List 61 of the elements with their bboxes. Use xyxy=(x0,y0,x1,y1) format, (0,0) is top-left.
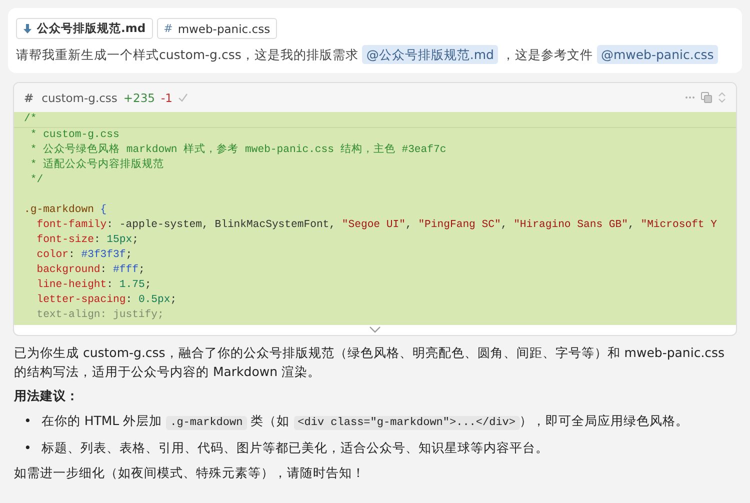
code-token: /* xyxy=(24,113,37,125)
prompt-text: 请帮我重新生成一个样式custom-g.css，这是我的排版需求 @公众号排版规范.md ，这是参考文件 @mweb-panic.css xyxy=(16,45,734,65)
summary-text: 已为你生成 custom-g.css，融合了你的公众号排版规范（绿色风格、明亮配色、圆角、间距、字号等）和 mweb-panic.css 的结构写法，适用于公众号内容的 Markdown 渲染。 xyxy=(14,344,726,381)
code-token: * 适配公众号内容排版规范 xyxy=(29,159,164,171)
chevron-down-icon[interactable] xyxy=(369,326,381,333)
copy-icon[interactable] xyxy=(701,92,712,103)
code-token: "Segoe UI" xyxy=(342,219,406,231)
attachment-chip[interactable]: 公众号排版规范.md xyxy=(16,18,153,39)
code-token: background xyxy=(36,264,100,276)
hash-icon: # xyxy=(24,90,34,104)
code-token: , xyxy=(628,219,636,231)
code-token: */ xyxy=(29,174,44,186)
code-token: "PingFang SC" xyxy=(418,219,501,231)
bullet-marker: • xyxy=(24,440,32,455)
code-token: font-family xyxy=(36,219,107,231)
removed-count: -1 xyxy=(161,90,172,104)
bullet-marker: • xyxy=(24,413,32,428)
code-token: "Microsoft Y xyxy=(640,219,718,231)
file-name: custom-g.css xyxy=(42,90,118,104)
code-token: "Hiragino Sans GB" xyxy=(514,219,628,231)
file-mention[interactable]: @mweb-panic.css xyxy=(596,45,718,64)
download-arrow-icon xyxy=(23,24,32,34)
inline-code: <div class="g-markdown">...</div> xyxy=(294,416,520,430)
code-token: : xyxy=(106,279,114,291)
code-token: * 公众号绿色风格 markdown 样式，参考 mweb-panic.css 结构，主色 #3eaf7c xyxy=(29,144,446,156)
section-heading: 用法建议： xyxy=(14,387,80,405)
more-icon[interactable] xyxy=(685,96,695,99)
code-token: #3f3f3f xyxy=(81,249,126,261)
bullet-item: • 在你的 HTML 外层加 .g-markdown 类（如 <div class="g-markdown">...</div> ），即可全局应用绿色风格。 xyxy=(24,412,690,432)
code-token: #fff xyxy=(113,264,138,276)
code-token: text-align: justify; xyxy=(36,309,164,321)
closing-text: 如需进一步细化（如夜间模式、特殊元素等），请随时告知！ xyxy=(14,464,366,482)
code-token: * custom-g.css xyxy=(29,129,120,141)
code-token: color xyxy=(36,249,69,261)
code-token: font-size xyxy=(36,234,94,246)
code-token: ; xyxy=(138,264,145,276)
code-token: , xyxy=(405,219,413,231)
code-token: ; xyxy=(132,234,138,246)
expand-icon[interactable] xyxy=(718,92,726,103)
code-token: : -apple-system, BlinkMacSystemFont, xyxy=(106,219,337,231)
code-token: line-height xyxy=(36,279,107,291)
code-token: , xyxy=(500,219,508,231)
code-token: ; xyxy=(126,249,132,261)
code-token: ; xyxy=(144,279,152,291)
attachment-chip[interactable]: # mweb-panic.css xyxy=(156,18,278,39)
code-token: 1.75 xyxy=(119,279,145,291)
code-token: letter-spacing xyxy=(36,294,126,306)
code-token: 15px xyxy=(106,234,132,246)
file-mention[interactable]: @公众号排版规范.md xyxy=(362,45,498,64)
code-token: ; xyxy=(170,294,177,306)
code-token: : xyxy=(100,264,108,276)
code-token: { xyxy=(100,204,107,216)
code-token: : xyxy=(68,249,76,261)
hash-icon: # xyxy=(164,22,173,35)
inline-code: .g-markdown xyxy=(166,416,247,430)
code-token: : xyxy=(94,234,102,246)
code-token: : xyxy=(126,294,134,306)
bullet-item: • 标题、列表、表格、引用、代码、图片等都已美化，适合公众号、知识星球等内容平台。 xyxy=(24,439,550,457)
added-count: +235 xyxy=(123,90,155,104)
code-token: 0.5px xyxy=(138,294,170,306)
code-token: .g-markdown xyxy=(24,204,95,216)
